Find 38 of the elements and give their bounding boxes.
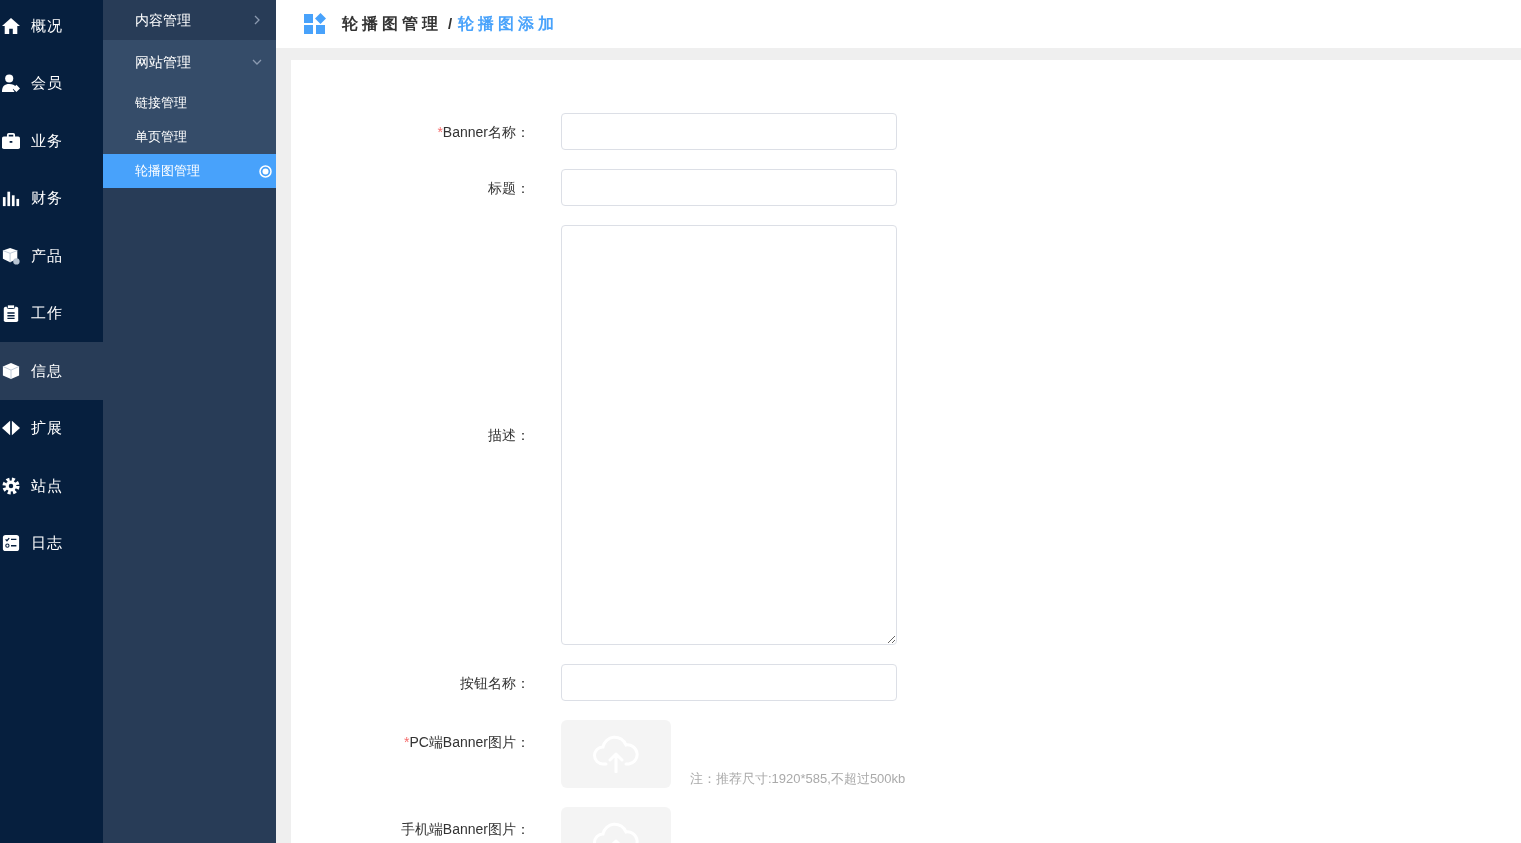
sidebar-item[interactable]: 会员 (0, 54, 103, 112)
text-field[interactable] (561, 113, 897, 150)
sidebar-item[interactable]: 业务 (0, 112, 103, 170)
grid-icon (304, 13, 326, 35)
sidebar-item[interactable]: 日志 (0, 514, 103, 572)
menu-group-item[interactable]: 网站管理 (103, 40, 276, 84)
submenu-item[interactable]: 单页管理 (103, 120, 276, 154)
bar-chart-icon (2, 189, 20, 208)
text-field[interactable] (561, 169, 897, 206)
submenu-item[interactable]: 链接管理 (103, 86, 276, 120)
sidebar-item[interactable]: 扩展 (0, 399, 103, 457)
field-label: 按钮名称： (459, 673, 530, 693)
field-label: 手机端Banner图片： (399, 820, 530, 839)
text-field[interactable] (561, 664, 897, 701)
field-label: *PC端Banner图片： (402, 733, 530, 752)
field-label: 描述： (487, 426, 530, 445)
cube-icon (2, 361, 20, 380)
field-label: 标题： (487, 178, 530, 198)
sidebar-item[interactable]: 信息 (0, 342, 103, 400)
breadcrumb-separator: / (448, 13, 453, 34)
sidebar-item[interactable]: 产品 (0, 227, 103, 285)
sidebar-item[interactable]: 工作 (0, 284, 103, 342)
box-icon (2, 246, 20, 265)
description-field[interactable] (561, 225, 897, 645)
user-icon (2, 74, 20, 93)
menu-group-item[interactable]: 内容管理 (103, 0, 276, 40)
breadcrumb-link[interactable]: 轮播图管理 (342, 12, 442, 36)
sidebar-item[interactable]: 站点 (0, 457, 103, 515)
triangles-icon (2, 419, 20, 438)
sidebar-item[interactable]: 概况 (0, 0, 103, 55)
chevron-down-icon (252, 57, 262, 67)
chevron-right-icon (252, 15, 262, 25)
sidebar-item[interactable]: 财务 (0, 169, 103, 227)
field-label: *Banner名称： (436, 122, 530, 142)
breadcrumb-current: 轮播图添加 (458, 14, 559, 34)
radio-dot-icon (259, 164, 272, 178)
upload-hint: 注：推荐尺寸:1920*585,不超过500kb (690, 770, 906, 788)
home-icon (2, 16, 20, 35)
